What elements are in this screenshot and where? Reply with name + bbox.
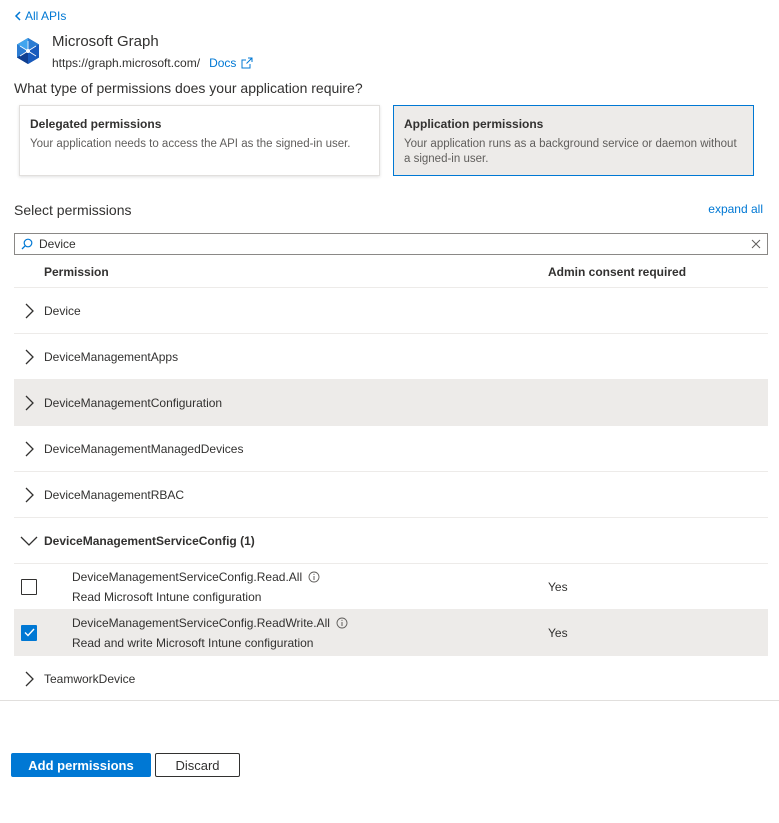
external-link-icon bbox=[241, 57, 253, 69]
delegated-permissions-card[interactable]: Delegated permissions Your application n… bbox=[19, 105, 380, 176]
chevron-right-icon bbox=[25, 395, 34, 410]
group-label: TeamworkDevice bbox=[44, 672, 136, 686]
permission-description: Read Microsoft Intune configuration bbox=[72, 589, 262, 604]
discard-button[interactable]: Discard bbox=[155, 753, 240, 777]
admin-consent-column-header: Admin consent required bbox=[548, 265, 687, 279]
docs-link[interactable]: Docs bbox=[209, 56, 253, 70]
permissions-table: Permission Admin consent required Device… bbox=[14, 257, 768, 702]
group-row-devicemanagementconfiguration[interactable]: DeviceManagementConfiguration bbox=[14, 380, 768, 426]
permission-name-line: DeviceManagementServiceConfig.ReadWrite.… bbox=[72, 616, 548, 630]
chevron-right-icon bbox=[25, 441, 34, 456]
all-apis-link[interactable]: All APIs bbox=[14, 9, 66, 23]
chevron-right-icon bbox=[25, 671, 34, 687]
group-row-devicemanagementapps[interactable]: DeviceManagementApps bbox=[14, 334, 768, 380]
expand-all-link[interactable]: expand all bbox=[708, 202, 763, 216]
permission-name: DeviceManagementServiceConfig.ReadWrite.… bbox=[72, 615, 330, 630]
table-header: Permission Admin consent required bbox=[14, 257, 768, 288]
group-row-devicemanagementserviceconfig[interactable]: DeviceManagementServiceConfig (1) bbox=[14, 518, 768, 564]
group-row-devicemanagementrbac[interactable]: DeviceManagementRBAC bbox=[14, 472, 768, 518]
group-label: DeviceManagementConfiguration bbox=[44, 395, 223, 410]
api-url-line: https://graph.microsoft.com/ Docs bbox=[52, 56, 253, 70]
all-apis-label: All APIs bbox=[25, 9, 67, 23]
group-row-devicemanagementmanageddevices[interactable]: DeviceManagementManagedDevices bbox=[14, 426, 768, 472]
permission-checkbox[interactable] bbox=[21, 578, 37, 595]
chevron-right-icon bbox=[25, 349, 34, 364]
permission-row-readwrite-all: DeviceManagementServiceConfig.ReadWrite.… bbox=[14, 610, 768, 656]
footer-divider bbox=[0, 700, 779, 701]
group-label: DeviceManagementServiceConfig (1) bbox=[44, 533, 255, 548]
permission-column-header: Permission bbox=[44, 265, 109, 279]
permission-checkbox[interactable] bbox=[21, 624, 37, 641]
search-icon bbox=[21, 238, 33, 250]
permission-name-line: DeviceManagementServiceConfig.Read.All bbox=[72, 570, 548, 584]
microsoft-graph-logo-icon bbox=[17, 38, 39, 64]
docs-label: Docs bbox=[209, 56, 237, 70]
chevron-left-icon bbox=[14, 11, 21, 21]
permission-search-input[interactable] bbox=[39, 237, 751, 251]
application-permissions-description: Your application runs as a background se… bbox=[404, 138, 737, 165]
permission-search-box[interactable] bbox=[14, 233, 768, 255]
info-icon[interactable] bbox=[336, 617, 348, 629]
info-icon[interactable] bbox=[308, 571, 320, 583]
application-permissions-card[interactable]: Application permissions Your application… bbox=[393, 105, 754, 176]
clear-search-icon[interactable] bbox=[751, 239, 761, 249]
permission-name: DeviceManagementServiceConfig.Read.All bbox=[72, 569, 303, 584]
group-label: DeviceManagementRBAC bbox=[44, 487, 185, 502]
admin-consent-value: Yes bbox=[548, 579, 568, 594]
chevron-down-icon bbox=[20, 536, 38, 546]
delegated-permissions-description: Your application needs to access the API… bbox=[30, 138, 351, 150]
permission-type-question: What type of permissions does your appli… bbox=[14, 80, 363, 96]
application-permissions-title: Application permissions bbox=[404, 117, 544, 131]
group-label: DeviceManagementManagedDevices bbox=[44, 441, 244, 456]
chevron-right-icon bbox=[25, 303, 34, 318]
permission-description: Read and write Microsoft Intune configur… bbox=[72, 635, 314, 650]
select-permissions-label: Select permissions bbox=[14, 202, 132, 218]
group-label: Device bbox=[44, 303, 81, 318]
permission-info: DeviceManagementServiceConfig.ReadWrite.… bbox=[43, 616, 548, 650]
add-permissions-button[interactable]: Add permissions bbox=[11, 753, 151, 777]
chevron-right-icon bbox=[25, 487, 34, 502]
checkmark-icon bbox=[24, 628, 35, 637]
admin-consent-value: Yes bbox=[548, 625, 568, 640]
permission-info: DeviceManagementServiceConfig.Read.All R… bbox=[43, 570, 548, 604]
group-row-device[interactable]: Device bbox=[14, 288, 768, 334]
api-name: Microsoft Graph bbox=[52, 33, 159, 50]
api-header: Microsoft Graph https://graph.microsoft.… bbox=[14, 33, 253, 70]
group-label: DeviceManagementApps bbox=[44, 349, 179, 364]
permission-row-read-all: DeviceManagementServiceConfig.Read.All R… bbox=[14, 564, 768, 610]
delegated-permissions-title: Delegated permissions bbox=[30, 117, 162, 131]
api-meta: Microsoft Graph https://graph.microsoft.… bbox=[52, 33, 253, 70]
api-url: https://graph.microsoft.com/ bbox=[52, 56, 201, 70]
group-row-teamworkdevice[interactable]: TeamworkDevice bbox=[14, 656, 768, 702]
